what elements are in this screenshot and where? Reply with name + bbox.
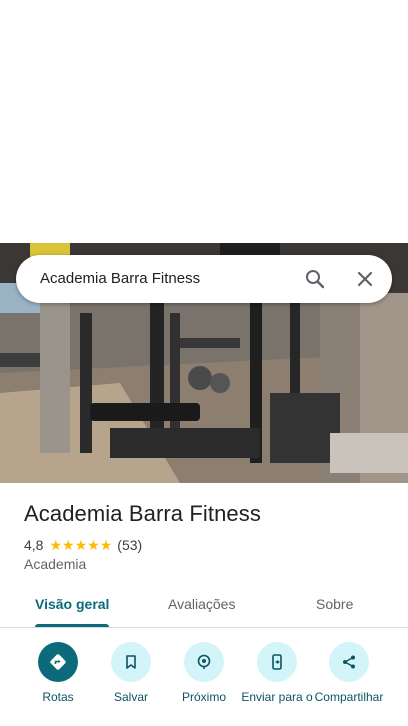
place-tabs: Visão geral Avaliações Sobre	[0, 584, 408, 628]
star-icon: ★	[99, 537, 113, 553]
rating-value: 4,8	[24, 537, 44, 553]
close-icon[interactable]	[353, 267, 377, 291]
nearby-icon	[184, 642, 224, 682]
tab-about[interactable]: Sobre	[316, 596, 353, 612]
search-icon[interactable]	[303, 267, 327, 291]
star-icon: ★	[87, 537, 100, 553]
share-button[interactable]: Compartilhar	[311, 642, 387, 704]
place-category: Academia	[24, 556, 87, 572]
action-bar: Rotas Salvar Próximo Enviar para o Compa…	[0, 640, 408, 726]
bookmark-icon	[111, 642, 151, 682]
tab-reviews[interactable]: Avaliações	[168, 596, 235, 612]
send-to-phone-button[interactable]: Enviar para o	[239, 642, 315, 704]
share-icon	[329, 642, 369, 682]
blank-map-area	[0, 0, 408, 243]
rating-row[interactable]: 4,8 ★ ★ ★ ★ ★ (53)	[24, 536, 142, 554]
directions-button[interactable]: Rotas	[20, 642, 96, 704]
search-input[interactable]: Academia Barra Fitness	[40, 270, 200, 287]
save-button[interactable]: Salvar	[93, 642, 169, 704]
nearby-button[interactable]: Próximo	[166, 642, 242, 704]
send-to-phone-icon	[257, 642, 297, 682]
tab-overview[interactable]: Visão geral	[35, 596, 109, 612]
nearby-label: Próximo	[181, 690, 226, 704]
send-to-phone-label: Enviar para o	[241, 690, 313, 704]
share-label: Compartilhar	[314, 690, 384, 704]
rating-stars: ★ ★ ★ ★ ★	[49, 538, 112, 552]
review-count: (53)	[117, 537, 143, 553]
place-title: Academia Barra Fitness	[24, 501, 261, 526]
directions-icon	[38, 642, 78, 682]
star-icon: ★	[74, 537, 88, 553]
active-tab-indicator	[35, 624, 109, 627]
star-icon: ★	[49, 537, 63, 553]
search-bar[interactable]: Academia Barra Fitness	[16, 255, 392, 303]
save-label: Salvar	[113, 690, 148, 704]
directions-label: Rotas	[42, 690, 74, 704]
star-icon: ★	[62, 537, 75, 553]
